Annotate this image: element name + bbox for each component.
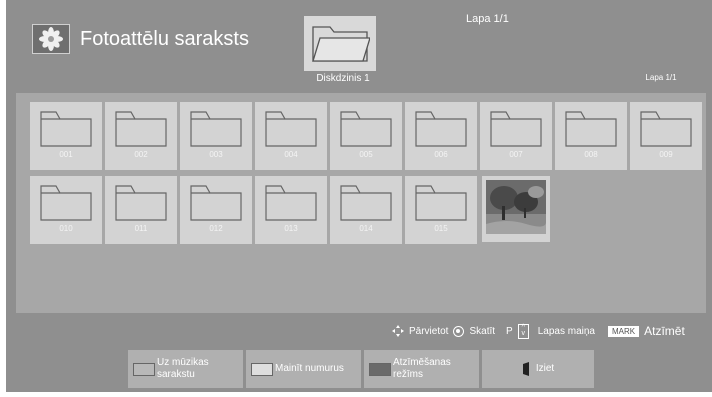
folder-icon	[565, 111, 617, 147]
page-updown-icon: ^ v	[517, 323, 529, 339]
folder-tile[interactable]: 013	[255, 176, 327, 244]
folder-icon	[265, 185, 317, 221]
folder-tile[interactable]: 012	[180, 176, 252, 244]
folder-icon	[190, 111, 242, 147]
exit-icon	[522, 362, 529, 376]
folder-tile[interactable]: 008	[555, 102, 627, 170]
tv-screen: Fotoattēlu saraksts Lapa 1/1 Diskdzinis …	[6, 0, 712, 392]
hint-move: Pārvietot	[409, 325, 449, 337]
page-indicator: Lapa 1/1	[645, 73, 677, 82]
page-title: Fotoattēlu saraksts	[80, 27, 249, 50]
hint-mark: Atzīmēt	[644, 324, 685, 338]
hint-bar: Pārvietot Skatīt P ^ v Lapas maiņa MARK A…	[392, 322, 685, 340]
ok-icon	[453, 325, 465, 337]
hint-view: Skatīt	[469, 325, 496, 337]
yellow-key-swatch	[251, 362, 273, 376]
folder-label: 005	[359, 150, 373, 159]
folder-tile[interactable]: 005	[330, 102, 402, 170]
folder-label: 009	[659, 150, 673, 159]
folder-label: 001	[59, 150, 73, 159]
photo-grid: 001 002 003 004 005 006 007 008 009 010 011 012 013 0…	[16, 93, 706, 313]
folder-tile[interactable]: 014	[330, 176, 402, 244]
drive-label: Diskdzinis 1	[316, 73, 370, 84]
page-indicator-top: Lapa 1/1	[466, 13, 509, 25]
folder-icon	[490, 111, 542, 147]
folder-tile[interactable]: 003	[180, 102, 252, 170]
folder-icon	[40, 185, 92, 221]
folder-label: 012	[209, 224, 223, 233]
blue-key-swatch	[369, 362, 391, 376]
folder-label: 015	[434, 224, 448, 233]
photo-thumbnail-tile[interactable]	[482, 176, 550, 242]
folder-label: 011	[134, 224, 148, 233]
mark-mode-button[interactable]: Atzīmēšanas režīms	[364, 350, 479, 388]
folder-tile[interactable]: 001	[30, 102, 102, 170]
folder-label: 014	[359, 224, 373, 233]
photo-app-icon	[32, 24, 70, 54]
change-numbers-label: Mainīt numurus	[275, 363, 344, 374]
folder-icon	[640, 111, 692, 147]
folder-icon	[340, 185, 392, 221]
photo-thumbnail	[486, 180, 546, 234]
navigate-icon	[392, 325, 404, 337]
exit-label: Iziet	[535, 363, 555, 374]
folder-tile[interactable]: 007	[480, 102, 552, 170]
folder-tile[interactable]: 015	[405, 176, 477, 244]
green-key-swatch	[133, 362, 155, 376]
folder-label: 003	[209, 150, 223, 159]
change-numbers-button[interactable]: Mainīt numurus	[246, 350, 361, 388]
folder-icon	[312, 25, 370, 62]
folder-label: 010	[59, 224, 73, 233]
folder-label: 007	[509, 150, 523, 159]
folder-icon	[415, 111, 467, 147]
folder-tile[interactable]: 011	[105, 176, 177, 244]
folder-label: 013	[284, 224, 298, 233]
folder-icon	[415, 185, 467, 221]
mark-key-badge: MARK	[607, 325, 640, 337]
folder-tile[interactable]: 006	[405, 102, 477, 170]
folder-tile[interactable]: 004	[255, 102, 327, 170]
folder-icon	[115, 111, 167, 147]
music-list-label: Uz mūzikas sarakstu	[157, 357, 209, 380]
drive-selector-button[interactable]	[304, 16, 376, 71]
folder-tile[interactable]: 002	[105, 102, 177, 170]
exit-button[interactable]: Iziet	[482, 350, 594, 388]
folder-icon	[115, 185, 167, 221]
folder-icon	[190, 185, 242, 221]
folder-tile[interactable]: 010	[30, 176, 102, 244]
folder-icon	[340, 111, 392, 147]
app-header: Fotoattēlu saraksts	[32, 22, 249, 56]
mark-mode-label: Atzīmēšanas režīms	[393, 357, 451, 380]
folder-label: 004	[284, 150, 298, 159]
folder-label: 006	[434, 150, 448, 159]
folder-tile[interactable]: 009	[630, 102, 702, 170]
folder-label: 002	[134, 150, 148, 159]
folder-label: 008	[584, 150, 598, 159]
folder-icon	[40, 111, 92, 147]
hint-page-change: Lapas maiņa	[537, 325, 595, 337]
hint-page-key: P	[506, 325, 513, 337]
music-list-button[interactable]: Uz mūzikas sarakstu	[128, 350, 243, 388]
folder-icon	[265, 111, 317, 147]
